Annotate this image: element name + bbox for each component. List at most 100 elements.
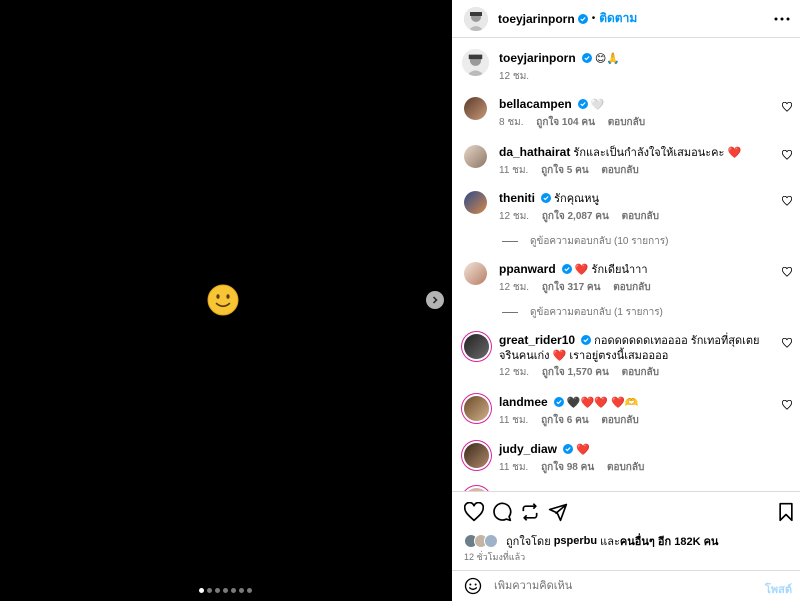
comment-likes[interactable]: ถูกใจ 317 คน xyxy=(542,282,601,293)
reply-button[interactable]: ตอบกลับ xyxy=(613,282,650,293)
comment-time: 12 ชม. xyxy=(499,367,530,378)
comment-username[interactable]: da_hathairat xyxy=(499,145,570,159)
divider xyxy=(502,312,518,313)
slide-dot[interactable] xyxy=(215,588,220,593)
header-username[interactable]: toeyjarinporn xyxy=(498,12,575,26)
comment-time: 11 ชม. xyxy=(499,415,529,426)
comment-time: 11 ชม. xyxy=(499,165,529,176)
verified-badge-icon xyxy=(577,99,588,109)
post-header: toeyjarinporn • ติดตาม xyxy=(452,0,800,38)
like-heart-icon[interactable] xyxy=(782,196,792,206)
comment-time: 11 ชม. xyxy=(499,462,529,473)
view-replies-button[interactable]: ดูข้อความตอบกลับ (10 รายการ) xyxy=(502,234,668,249)
caption-text: 😊🙏 xyxy=(594,53,620,65)
slide-dot[interactable] xyxy=(239,588,244,593)
view-replies-label: ดูข้อความตอบกลับ (10 รายการ) xyxy=(530,236,669,247)
slide-indicator xyxy=(199,588,252,593)
avatar[interactable] xyxy=(464,443,489,468)
comment-text: ❤️ xyxy=(576,444,590,456)
avatar[interactable] xyxy=(464,334,489,359)
likes-middle: และ xyxy=(600,536,620,548)
chevron-right-icon xyxy=(432,296,438,304)
comment-username[interactable]: great_rider10 xyxy=(499,333,575,347)
comment-likes[interactable]: ถูกใจ 6 คน xyxy=(541,415,589,426)
profile-photo xyxy=(464,6,488,31)
add-comment-bar: โพสต์ xyxy=(452,570,800,601)
verified-badge-icon xyxy=(581,53,592,63)
like-heart-icon[interactable] xyxy=(782,338,792,348)
next-slide-button[interactable] xyxy=(426,291,444,309)
post-timestamp[interactable]: 12 ชั่วโมงที่แล้ว xyxy=(464,550,525,564)
reply-button[interactable]: ตอบกลับ xyxy=(622,367,659,378)
slide-dot[interactable] xyxy=(207,588,212,593)
likes-summary[interactable]: ถูกใจโดย psperbu และ คนอื่นๆ อีก 182K คน xyxy=(464,532,718,550)
avatar[interactable] xyxy=(462,49,489,76)
view-replies-label: ดูข้อความตอบกลับ (1 รายการ) xyxy=(530,307,663,318)
post-comment-button[interactable]: โพสต์ xyxy=(765,580,792,598)
comment-username[interactable]: bellacampen xyxy=(499,97,572,111)
comment-time: 8 ชม. xyxy=(499,117,524,128)
slide-dot[interactable] xyxy=(223,588,228,593)
comment-username[interactable]: landmee xyxy=(499,395,548,409)
comment-likes[interactable]: ถูกใจ 104 คน xyxy=(536,117,595,128)
reply-button[interactable]: ตอบกลับ xyxy=(607,462,644,473)
like-heart-icon[interactable] xyxy=(782,267,792,277)
avatar[interactable] xyxy=(464,145,487,168)
comments-list[interactable]: toeyjarinporn 😊🙏 12 ชม. bellacampen 🤍 8 … xyxy=(452,39,800,491)
heart-icon[interactable] xyxy=(464,502,484,522)
comment-text: รักคุณหนู xyxy=(554,193,600,205)
comment-text: ❤️ รักเดียนำาา xyxy=(574,264,648,276)
liker-username[interactable]: psperbu xyxy=(554,535,597,547)
comment-likes[interactable]: ถูกใจ 2,087 คน xyxy=(542,211,609,222)
repost-icon[interactable] xyxy=(520,502,540,522)
emoji-picker-icon[interactable] xyxy=(464,577,482,595)
comment-icon[interactable] xyxy=(492,502,512,522)
comment-text: 🖤❤️❤️ ❤️🫶 xyxy=(566,397,639,409)
comment-likes[interactable]: ถูกใจ 98 คน xyxy=(541,462,594,473)
verified-badge-icon xyxy=(577,13,588,24)
liker-avatars xyxy=(464,534,498,548)
caption-time: 12 ชม. xyxy=(499,71,530,82)
reply-button[interactable]: ตอบกลับ xyxy=(608,117,645,128)
post-media[interactable] xyxy=(0,0,452,601)
view-replies-button[interactable]: ดูข้อความตอบกลับ (1 รายการ) xyxy=(502,305,663,320)
comment-text: รักและเป็นกำลังใจให้เสมอนะคะ ❤️ xyxy=(573,147,742,159)
comment-text: 🤍 xyxy=(590,99,605,111)
separator: • xyxy=(591,13,596,24)
reply-button[interactable]: ตอบกลับ xyxy=(622,211,659,222)
slightly-smiling-face-emoji xyxy=(207,284,239,316)
verified-badge-icon xyxy=(553,397,564,407)
slide-dot[interactable] xyxy=(247,588,252,593)
comment-likes[interactable]: ถูกใจ 1,570 คน xyxy=(542,367,609,378)
like-heart-icon[interactable] xyxy=(782,400,792,410)
comment-username[interactable]: judy_diaw xyxy=(499,442,557,456)
likes-others[interactable]: คนอื่นๆ อีก 182K คน xyxy=(620,532,719,550)
follow-button[interactable]: ติดตาม xyxy=(599,9,637,28)
avatar[interactable] xyxy=(464,396,489,421)
comment-time: 12 ชม. xyxy=(499,282,530,293)
likes-prefix: ถูกใจโดย xyxy=(506,536,551,548)
like-heart-icon[interactable] xyxy=(782,102,792,112)
comment-time: 12 ชม. xyxy=(499,211,530,222)
reply-button[interactable]: ตอบกลับ xyxy=(601,415,638,426)
like-heart-icon[interactable] xyxy=(782,150,792,160)
divider xyxy=(502,241,518,242)
comment-likes[interactable]: ถูกใจ 5 คน xyxy=(541,165,589,176)
verified-badge-icon xyxy=(541,193,552,203)
share-icon[interactable] xyxy=(548,502,568,522)
avatar[interactable] xyxy=(464,262,487,285)
slide-dot[interactable] xyxy=(199,588,204,593)
avatar xyxy=(484,534,498,548)
avatar[interactable] xyxy=(464,97,487,120)
reply-button[interactable]: ตอบกลับ xyxy=(601,165,638,176)
caption-username[interactable]: toeyjarinporn xyxy=(499,51,576,65)
more-options-icon[interactable] xyxy=(774,12,790,26)
comment-username[interactable]: ppanward xyxy=(499,262,556,276)
save-bookmark-icon[interactable] xyxy=(778,502,794,522)
comment-username[interactable]: theniti xyxy=(499,191,535,205)
avatar[interactable] xyxy=(464,191,487,214)
slide-dot[interactable] xyxy=(231,588,236,593)
verified-badge-icon xyxy=(563,444,574,454)
comment-input[interactable] xyxy=(494,580,744,592)
avatar[interactable] xyxy=(464,6,488,31)
